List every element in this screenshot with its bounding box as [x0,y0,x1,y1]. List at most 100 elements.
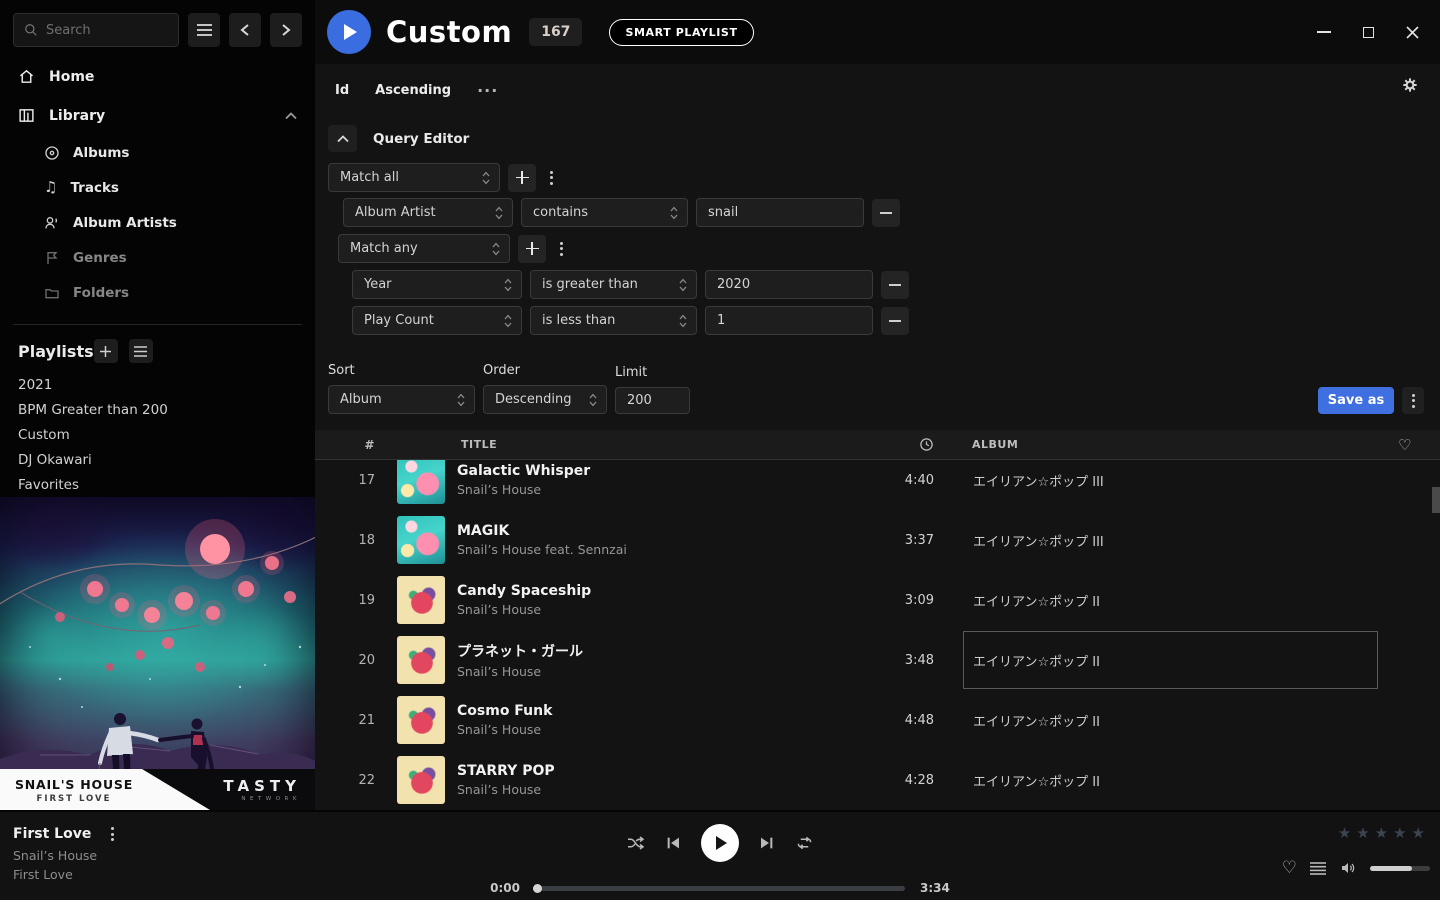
column-title[interactable]: TITLE [445,438,840,451]
track-art [397,636,445,684]
now-playing-album-art[interactable]: SNAIL'S HOUSE FIRST LOVE TASTY NETWORK [0,497,315,810]
column-index[interactable]: # [315,438,381,452]
repeat-button[interactable] [795,834,814,852]
now-playing-artist[interactable]: Snail’s House [13,848,120,863]
now-playing-more-button[interactable] [105,827,120,841]
next-button[interactable] [759,835,775,851]
progress-handle[interactable] [533,884,542,893]
query-rule-row: Year is greater than [315,270,1440,299]
query-sort-select[interactable]: Album [328,385,475,414]
minimize-icon [1317,31,1331,33]
collapse-icon[interactable] [285,112,297,120]
star-icon[interactable]: ★ [1338,824,1351,842]
playlist-item[interactable]: Favorites [0,472,315,497]
playlists-header: Playlists [0,339,315,363]
track-title: MAGIK [457,523,840,539]
maximize-button[interactable] [1346,10,1390,54]
match-type-select[interactable]: Match any [338,234,510,263]
remove-rule-button[interactable] [881,271,909,299]
rule-value-input[interactable] [696,198,864,227]
shuffle-button[interactable] [626,834,645,852]
sort-order-button[interactable]: Ascending [375,83,451,98]
playlist-item[interactable]: DJ Okawari [0,447,315,472]
rule-operator-select[interactable]: is greater than [530,270,697,299]
remove-rule-button[interactable] [872,199,900,227]
column-album[interactable]: ALBUM [940,438,1380,451]
track-art [397,516,445,564]
album-art-artist: SNAIL'S HOUSE [10,777,138,792]
sidebar-item-album-artists[interactable]: Album Artists [0,205,315,240]
queue-button[interactable] [1310,862,1326,875]
sidebar-item-albums[interactable]: Albums [0,135,315,170]
table-row[interactable]: 20 プラネット・ガール Snail’s House 3:48 エイリアン☆ポッ… [315,630,1440,690]
volume-button[interactable] [1339,860,1357,876]
app-window: Home Library Albums ♫ Tracks Album Ar [0,0,1440,900]
previous-button[interactable] [665,835,681,851]
favorite-button[interactable]: ♡ [1282,858,1297,878]
play-playlist-button[interactable] [327,10,371,54]
rule-field-select[interactable]: Album Artist [343,198,513,227]
nav-forward-button[interactable] [270,13,302,47]
remove-rule-button[interactable] [881,307,909,335]
star-icon[interactable]: ★ [1375,824,1388,842]
table-row[interactable]: 22 STARRY POP Snail’s House 4:28 エイリアン☆ポ… [315,750,1440,810]
rule-operator-select[interactable]: is less than [530,306,697,335]
table-row[interactable]: 18 MAGIK Snail’s House feat. Sennzai 3:3… [315,510,1440,570]
sort-field-button[interactable]: Id [335,83,349,98]
sidebar-item-genres[interactable]: Genres [0,240,315,275]
group-more-button[interactable] [554,242,569,256]
playlist-item[interactable]: Custom [0,422,315,447]
playlist-list-button[interactable] [129,339,153,363]
nav-back-button[interactable] [229,13,261,47]
star-icon[interactable]: ★ [1393,824,1406,842]
add-playlist-button[interactable] [94,339,118,363]
query-limit-input[interactable] [615,387,690,414]
table-row[interactable]: 19 Candy Spaceship Snail’s House 3:09 エイ… [315,570,1440,630]
star-icon[interactable]: ★ [1356,824,1369,842]
minimize-button[interactable] [1302,10,1346,54]
query-order-select[interactable]: Descending [483,385,607,414]
table-row[interactable]: 17 Galactic Whisper Snail’s House 4:40 エ… [315,460,1440,510]
track-duration: 4:28 [840,773,940,788]
close-button[interactable] [1390,10,1434,54]
rule-field-select[interactable]: Play Count [352,306,522,335]
table-row[interactable]: 21 Cosmo Funk Snail’s House 4:48 エイリアン☆ポ… [315,690,1440,750]
column-favorite[interactable]: ♡ [1380,436,1440,454]
playlist-item[interactable]: BPM Greater than 200 [0,397,315,422]
star-icon[interactable]: ★ [1412,824,1425,842]
add-rule-button[interactable] [508,164,536,192]
rule-field-select[interactable]: Year [352,270,522,299]
sidebar-item-folders[interactable]: Folders [0,275,315,310]
now-playing-album[interactable]: First Love [13,867,120,882]
add-rule-button[interactable] [518,235,546,263]
column-duration[interactable] [840,437,940,452]
sidebar-item-tracks[interactable]: ♫ Tracks [0,170,315,205]
save-as-button[interactable]: Save as [1318,387,1394,414]
group-more-button[interactable] [544,171,559,185]
search-box[interactable] [13,13,179,47]
sidebar-item-home[interactable]: Home [0,57,315,96]
track-album-focused-cell[interactable]: エイリアン☆ポップ II [963,631,1378,689]
track-title: Galactic Whisper [457,463,840,479]
track-duration: 3:37 [840,533,940,548]
rule-value-input[interactable] [705,306,873,335]
more-options-button[interactable]: ··· [477,81,498,100]
menu-button[interactable] [188,13,220,47]
track-art [397,756,445,804]
progress-bar[interactable] [535,886,905,891]
play-pause-button[interactable] [701,824,739,862]
sidebar-item-library[interactable]: Library [0,96,315,135]
save-more-button[interactable] [1402,387,1424,414]
settings-button[interactable] [1402,77,1418,93]
search-input[interactable] [46,23,168,38]
playlist-item[interactable]: 2021 [0,372,315,397]
rule-value-input[interactable] [705,270,873,299]
scrollbar-thumb[interactable] [1432,487,1440,513]
collapse-query-button[interactable] [328,125,357,152]
sidebar-toolbar [0,0,315,47]
match-type-select[interactable]: Match all [328,163,500,192]
volume-slider[interactable] [1370,866,1430,871]
sidebar-item-label: Genres [73,250,127,266]
rule-operator-select[interactable]: contains [521,198,688,227]
now-playing-title: First Love [13,826,91,842]
